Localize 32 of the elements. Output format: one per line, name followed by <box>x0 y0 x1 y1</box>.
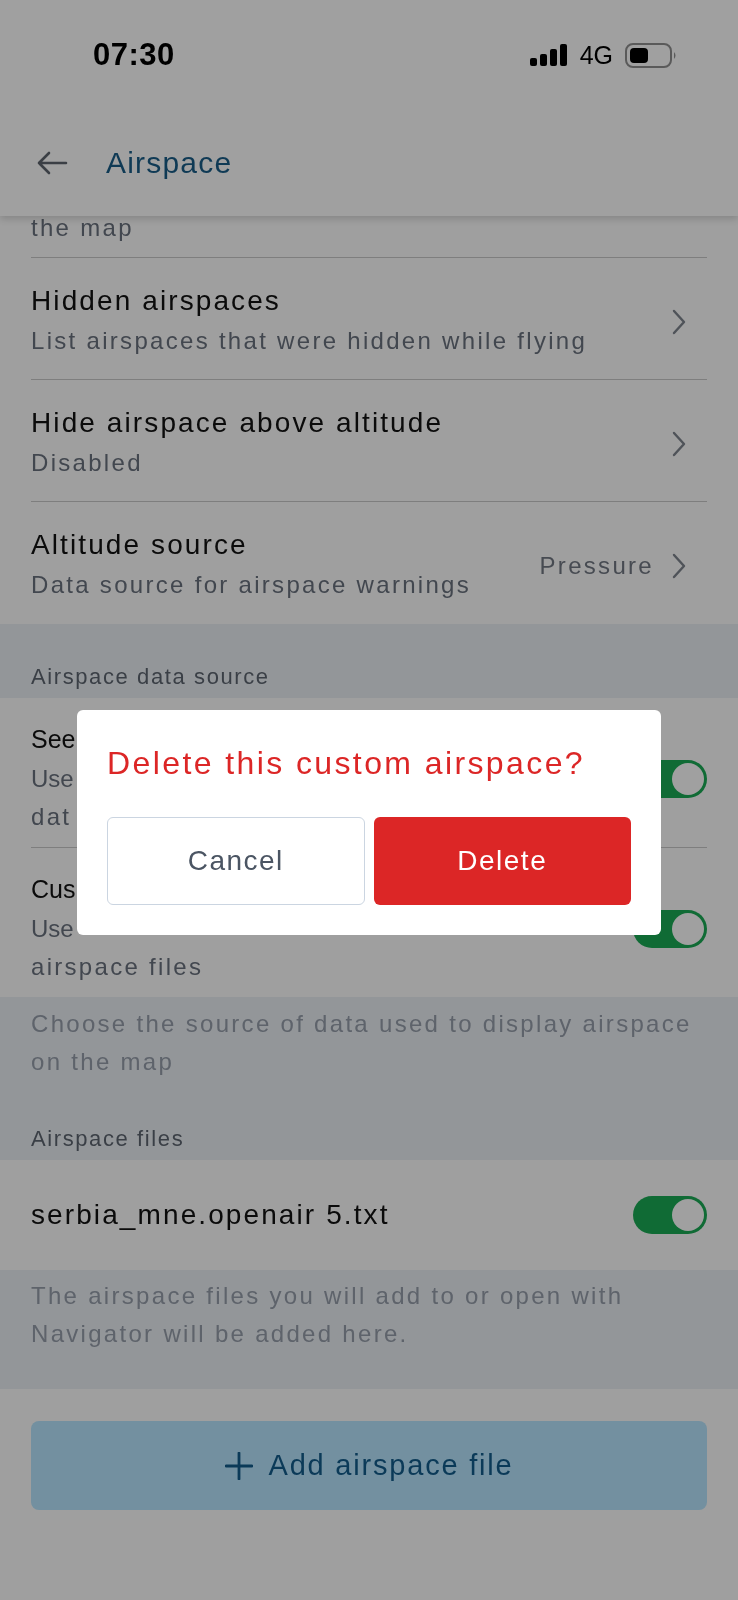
screen-title: Airspace <box>106 146 233 180</box>
plus-icon <box>224 1451 253 1480</box>
toggle-switch[interactable] <box>633 1196 707 1234</box>
setting-subtitle: Use <box>31 764 74 794</box>
battery-icon <box>625 42 677 68</box>
setting-subtitle: dat <box>31 802 72 832</box>
setting-title[interactable]: Hide airspace above altitude <box>31 406 444 440</box>
setting-subtitle: List airspaces that were hidden while flying <box>31 326 588 356</box>
delete-button[interactable]: Delete <box>373 817 631 905</box>
setting-subtitle: Data source for airspace warnings <box>31 570 472 600</box>
chevron-right-icon <box>672 431 686 457</box>
setting-title: Cus <box>31 874 76 905</box>
setting-title[interactable]: Hidden airspaces <box>31 284 281 318</box>
signal-icon <box>529 44 568 66</box>
cancel-button[interactable]: Cancel <box>107 817 365 905</box>
file-name: serbia_mne.openair 5.txt <box>31 1198 391 1232</box>
row-subtitle: the map <box>31 216 135 240</box>
setting-value: Pressure <box>539 552 654 580</box>
network-label: 4G <box>579 40 613 70</box>
chevron-right-icon <box>672 309 686 335</box>
setting-subtitle: airspace files <box>31 952 204 982</box>
section-header: Airspace files <box>30 1125 186 1153</box>
dialog-title: Delete this custom airspace? <box>107 745 587 781</box>
add-file-button[interactable]: Add airspace file <box>31 1421 707 1510</box>
back-arrow-icon[interactable] <box>36 151 68 175</box>
setting-subtitle: Disabled <box>31 448 143 478</box>
setting-subtitle: Use <box>31 914 74 944</box>
chevron-right-icon <box>672 553 686 579</box>
status-time: 07:30 <box>93 37 175 73</box>
setting-title: See <box>31 724 76 755</box>
setting-title[interactable]: Altitude source <box>31 528 248 562</box>
section-header: Airspace data source <box>30 663 271 691</box>
